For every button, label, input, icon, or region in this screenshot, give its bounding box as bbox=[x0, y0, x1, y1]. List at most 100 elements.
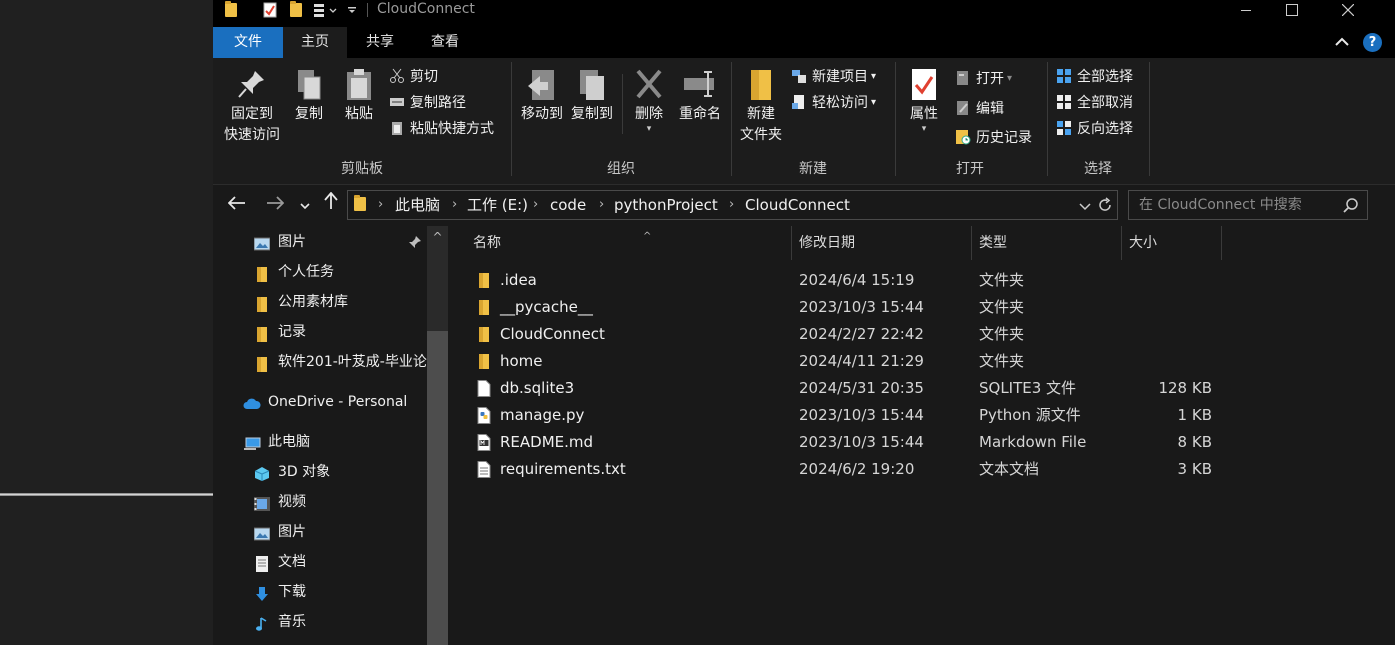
customize-quick-access-icon[interactable] bbox=[311, 0, 341, 20]
forward-button[interactable] bbox=[263, 185, 287, 224]
python-file-icon bbox=[477, 407, 491, 424]
search-icon[interactable] bbox=[1343, 197, 1359, 217]
paste-button[interactable]: 粘贴 bbox=[337, 68, 381, 125]
chevron-right-icon[interactable]: › bbox=[378, 191, 383, 219]
nav-item-onedrive[interactable]: OneDrive - Personal bbox=[243, 388, 407, 416]
table-row[interactable]: CloudConnect 2024/2/27 22:42 文件夹 bbox=[449, 321, 1395, 348]
paste-shortcut-button[interactable]: 粘贴快捷方式 bbox=[389, 117, 494, 139]
table-row[interactable]: __pycache__ 2023/10/3 15:44 文件夹 bbox=[449, 294, 1395, 321]
nav-item-pictures[interactable]: 图片 bbox=[253, 518, 306, 546]
cloud-icon bbox=[243, 394, 261, 410]
collapse-ribbon-icon[interactable] bbox=[1333, 33, 1351, 51]
chevron-right-icon[interactable]: › bbox=[533, 191, 538, 219]
breadcrumb-this-pc[interactable]: 此电脑 bbox=[395, 191, 440, 219]
close-button[interactable] bbox=[1325, 0, 1371, 20]
tab-file[interactable]: 文件 bbox=[213, 27, 283, 58]
scroll-up-icon[interactable]: ^ bbox=[427, 226, 448, 248]
nav-item-public-library[interactable]: 公用素材库 bbox=[254, 288, 348, 316]
nav-item-3d-objects[interactable]: 3D 对象 bbox=[254, 458, 330, 486]
up-button[interactable] bbox=[321, 185, 341, 224]
easy-access-button[interactable]: 轻松访问 ▾ bbox=[791, 91, 876, 113]
chevron-right-icon[interactable]: › bbox=[599, 191, 604, 219]
history-button[interactable]: 历史记录 bbox=[955, 126, 1032, 148]
breadcrumb-code[interactable]: code bbox=[550, 191, 586, 219]
nav-item-downloads[interactable]: 下载 bbox=[254, 578, 306, 606]
invert-selection-button[interactable]: 反向选择 bbox=[1056, 117, 1133, 139]
refresh-icon[interactable] bbox=[1097, 197, 1113, 217]
navigation-pane-scrollbar[interactable]: ^ bbox=[427, 226, 448, 645]
file-modified-date: 2024/2/27 22:42 bbox=[799, 325, 924, 343]
minimize-button[interactable] bbox=[1223, 0, 1269, 20]
rename-button[interactable]: 重命名 bbox=[675, 68, 725, 125]
edit-button[interactable]: 编辑 bbox=[955, 97, 1004, 119]
nav-item-pictures-quick[interactable]: 图片 bbox=[253, 228, 306, 256]
file-type: 文件夹 bbox=[979, 352, 1025, 370]
nav-item-music[interactable]: 音乐 bbox=[254, 608, 306, 636]
new-folder-icon bbox=[735, 68, 787, 104]
tab-view[interactable]: 查看 bbox=[417, 27, 473, 58]
properties-quick-icon[interactable] bbox=[261, 0, 279, 20]
chevron-right-icon[interactable]: › bbox=[452, 191, 457, 219]
pin-icon[interactable] bbox=[408, 235, 422, 253]
tab-home[interactable]: 主页 bbox=[283, 27, 347, 58]
cut-button[interactable]: 剪切 bbox=[389, 65, 438, 87]
copy-to-icon bbox=[567, 68, 617, 104]
table-row[interactable]: db.sqlite3 2024/5/31 20:35 SQLITE3 文件 128 K… bbox=[449, 375, 1395, 402]
ribbon-tabs: 文件 主页 共享 查看 ? bbox=[213, 27, 1395, 58]
move-to-button[interactable]: 移动到 bbox=[517, 68, 567, 125]
nav-item-this-pc[interactable]: 此电脑 bbox=[243, 428, 310, 456]
new-item-icon bbox=[791, 68, 807, 84]
easy-access-icon bbox=[791, 94, 807, 110]
delete-button[interactable]: 删除 ▾ bbox=[627, 68, 671, 134]
column-header-modified[interactable]: 修改日期 bbox=[799, 226, 971, 260]
copy-button[interactable]: 复制 bbox=[289, 68, 329, 125]
table-row[interactable]: README.md 2023/10/3 15:44 Markdown File 8 K… bbox=[449, 429, 1395, 456]
select-all-button[interactable]: 全部选择 bbox=[1056, 65, 1133, 87]
pin-to-quick-access-button[interactable]: 固定到 快速访问 bbox=[217, 68, 287, 146]
navigation-pane: 图片 个人任务 公用素材库 记录 软件201-叶芨成-毕业论 OneDrive … bbox=[213, 226, 449, 645]
table-row[interactable]: requirements.txt 2024/6/2 19:20 文本文档 3 KB bbox=[449, 456, 1395, 483]
file-type: Python 源文件 bbox=[979, 406, 1081, 424]
nav-item-thesis-folder[interactable]: 软件201-叶芨成-毕业论 bbox=[254, 348, 427, 376]
scrollbar-thumb[interactable] bbox=[427, 331, 448, 645]
search-input[interactable]: 在 CloudConnect 中搜索 bbox=[1128, 190, 1368, 220]
help-icon[interactable]: ? bbox=[1363, 33, 1382, 52]
scissors-icon bbox=[389, 68, 405, 84]
column-header-type[interactable]: 类型 bbox=[979, 226, 1121, 260]
tab-share[interactable]: 共享 bbox=[353, 27, 407, 58]
recent-locations-button[interactable] bbox=[297, 185, 313, 224]
chevron-right-icon[interactable]: › bbox=[729, 191, 734, 219]
nav-item-records[interactable]: 记录 bbox=[254, 318, 306, 346]
breadcrumb-python-project[interactable]: pythonProject bbox=[614, 191, 718, 219]
nav-item-personal-tasks[interactable]: 个人任务 bbox=[254, 258, 334, 286]
column-header-name[interactable]: 名称 ^ bbox=[473, 226, 791, 260]
breadcrumb-cloudconnect[interactable]: CloudConnect bbox=[745, 191, 850, 219]
copy-path-button[interactable]: 复制路径 bbox=[389, 91, 466, 113]
nav-item-videos[interactable]: 视频 bbox=[254, 488, 306, 516]
address-history-dropdown-icon[interactable] bbox=[1079, 200, 1091, 216]
select-none-button[interactable]: 全部取消 bbox=[1056, 91, 1133, 113]
open-button[interactable]: 打开 ▾ bbox=[955, 67, 1012, 89]
paste-icon bbox=[337, 68, 381, 104]
maximize-button[interactable] bbox=[1269, 0, 1315, 20]
column-header-size[interactable]: 大小 bbox=[1129, 226, 1221, 260]
properties-button[interactable]: 属性 ▾ bbox=[901, 68, 947, 134]
table-row[interactable]: home 2024/4/11 21:29 文件夹 bbox=[449, 348, 1395, 375]
new-folder-button[interactable]: 新建 文件夹 bbox=[735, 68, 787, 146]
chevron-down-icon[interactable] bbox=[345, 0, 359, 20]
computer-icon bbox=[243, 434, 261, 450]
back-button[interactable] bbox=[225, 185, 249, 224]
address-bar[interactable]: › 此电脑 › 工作 (E:) › code › pythonProject ›… bbox=[347, 190, 1118, 220]
table-row[interactable]: manage.py 2023/10/3 15:44 Python 源文件 1 KB bbox=[449, 402, 1395, 429]
music-icon bbox=[254, 614, 270, 631]
folder-icon bbox=[477, 272, 491, 289]
new-item-button[interactable]: 新建项目 ▾ bbox=[791, 65, 876, 87]
nav-item-documents[interactable]: 文档 bbox=[254, 548, 306, 576]
copy-to-button[interactable]: 复制到 bbox=[567, 68, 617, 125]
table-row[interactable]: .idea 2024/6/4 15:19 文件夹 bbox=[449, 267, 1395, 294]
new-folder-quick-icon[interactable] bbox=[287, 0, 305, 20]
window-title: CloudConnect bbox=[377, 1, 475, 17]
breadcrumb-drive[interactable]: 工作 (E:) bbox=[467, 191, 528, 219]
file-size: 1 KB bbox=[1177, 406, 1212, 424]
title-bar: CloudConnect bbox=[213, 0, 1395, 27]
